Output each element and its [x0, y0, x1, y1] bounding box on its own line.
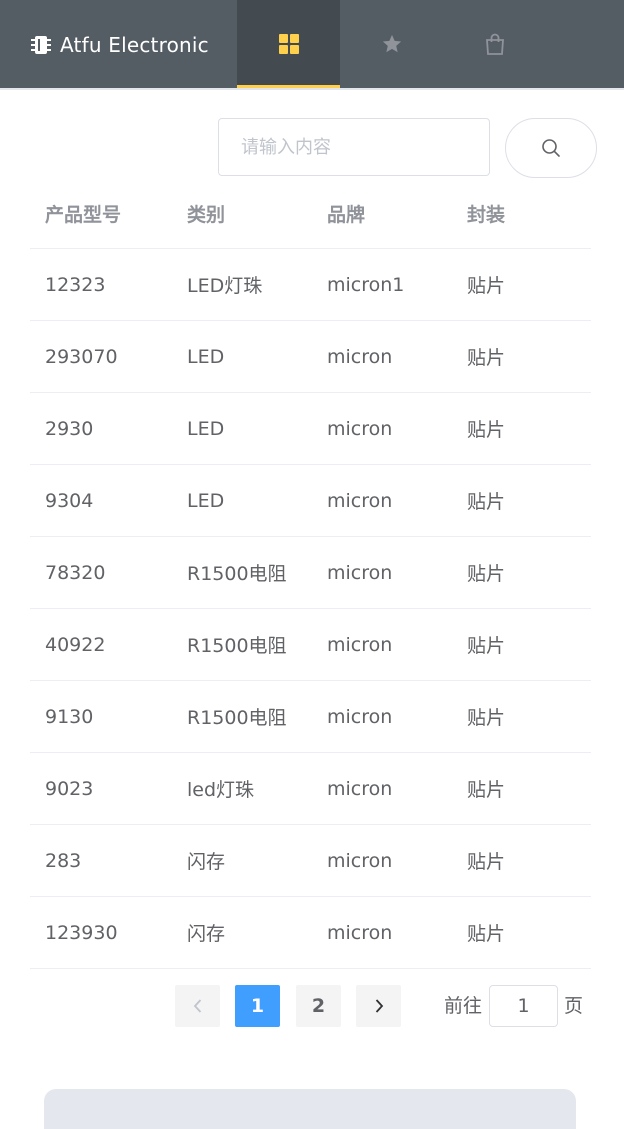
star-icon: [382, 34, 401, 53]
cell-model: 9304: [45, 489, 94, 512]
table-row[interactable]: 12323 LED灯珠 micron1 贴片: [30, 249, 591, 321]
search-button[interactable]: [505, 118, 597, 178]
cell-category: LED: [187, 489, 225, 512]
table-row[interactable]: 123930 闪存 micron 贴片: [30, 897, 591, 969]
chevron-left-icon: [193, 999, 201, 1013]
cell-category: 闪存: [187, 923, 226, 945]
cell-brand: micron: [327, 777, 393, 800]
page-button-2[interactable]: 2: [296, 985, 341, 1027]
cell-package: 贴片: [467, 779, 506, 801]
cell-package: 贴片: [467, 275, 506, 297]
cell-brand: micron: [327, 849, 393, 872]
cell-package: 贴片: [467, 635, 506, 657]
page-suffix: 页: [564, 995, 584, 1017]
table-row[interactable]: 293070 LED micron 贴片: [30, 321, 591, 393]
cell-package: 贴片: [467, 923, 506, 945]
grid-icon: [278, 34, 299, 54]
next-page-button[interactable]: [356, 985, 401, 1027]
header-package[interactable]: 封装: [452, 200, 591, 227]
cell-category: LED: [187, 417, 225, 440]
header-model[interactable]: 产品型号: [30, 200, 172, 227]
cell-brand: micron: [327, 345, 393, 368]
table-row[interactable]: 283 闪存 micron 贴片: [30, 825, 591, 897]
cell-model: 12323: [45, 273, 106, 296]
cell-brand: micron: [327, 633, 393, 656]
goto-page-input[interactable]: [489, 985, 558, 1027]
table-row[interactable]: 78320 R1500电阻 micron 贴片: [30, 537, 591, 609]
chevron-right-icon: [375, 999, 383, 1013]
cell-category: 闪存: [187, 851, 226, 873]
search-input[interactable]: [218, 118, 490, 176]
goto-label: 前往: [444, 995, 483, 1017]
cell-model: 40922: [45, 633, 106, 656]
tab-categories[interactable]: [237, 0, 340, 88]
table-row[interactable]: 40922 R1500电阻 micron 贴片: [30, 609, 591, 681]
table-row[interactable]: 9130 R1500电阻 micron 贴片: [30, 681, 591, 753]
cell-brand: micron: [327, 561, 393, 584]
chip-icon: [31, 36, 51, 54]
cell-brand: micron1: [327, 273, 405, 296]
table-header: 产品型号 类别 品牌 封装: [30, 178, 591, 249]
tab-cart[interactable]: [443, 0, 546, 88]
brand-name: Atfu Electronic: [60, 33, 209, 57]
cell-brand: micron: [327, 489, 393, 512]
cell-category: R1500电阻: [187, 707, 287, 729]
header-brand[interactable]: 品牌: [312, 200, 452, 227]
header-category[interactable]: 类别: [172, 200, 312, 227]
cell-model: 78320: [45, 561, 106, 584]
cell-package: 贴片: [467, 707, 506, 729]
bottom-panel: [44, 1089, 576, 1129]
tab-favorites[interactable]: [340, 0, 443, 88]
table-row[interactable]: 9304 LED micron 贴片: [30, 465, 591, 537]
search-icon: [542, 139, 560, 157]
cell-package: 贴片: [467, 491, 506, 513]
cell-brand: micron: [327, 417, 393, 440]
brand[interactable]: Atfu Electronic: [30, 30, 209, 60]
shopping-bag-icon: [485, 33, 504, 55]
cell-package: 贴片: [467, 347, 506, 369]
cell-model: 123930: [45, 921, 118, 944]
pagination: 1 2 前往 页: [0, 985, 624, 1027]
product-table: 产品型号 类别 品牌 封装 12323 LED灯珠 micron1 贴片 293…: [30, 178, 591, 969]
cell-brand: micron: [327, 705, 393, 728]
page-button-1[interactable]: 1: [235, 985, 280, 1027]
cell-package: 贴片: [467, 563, 506, 585]
cell-model: 283: [45, 849, 82, 872]
cell-package: 贴片: [467, 419, 506, 441]
cell-model: 9130: [45, 705, 94, 728]
table-row[interactable]: 2930 LED micron 贴片: [30, 393, 591, 465]
cell-package: 贴片: [467, 851, 506, 873]
cell-brand: micron: [327, 921, 393, 944]
table-row[interactable]: 9023 led灯珠 micron 贴片: [30, 753, 591, 825]
prev-page-button[interactable]: [175, 985, 220, 1027]
cell-model: 2930: [45, 417, 94, 440]
cell-category: R1500电阻: [187, 563, 287, 585]
cell-category: LED灯珠: [187, 275, 263, 297]
cell-category: R1500电阻: [187, 635, 287, 657]
cell-model: 293070: [45, 345, 118, 368]
cell-category: led灯珠: [187, 779, 255, 801]
cell-model: 9023: [45, 777, 94, 800]
cell-category: LED: [187, 345, 225, 368]
top-navbar: Atfu Electronic: [0, 0, 624, 90]
